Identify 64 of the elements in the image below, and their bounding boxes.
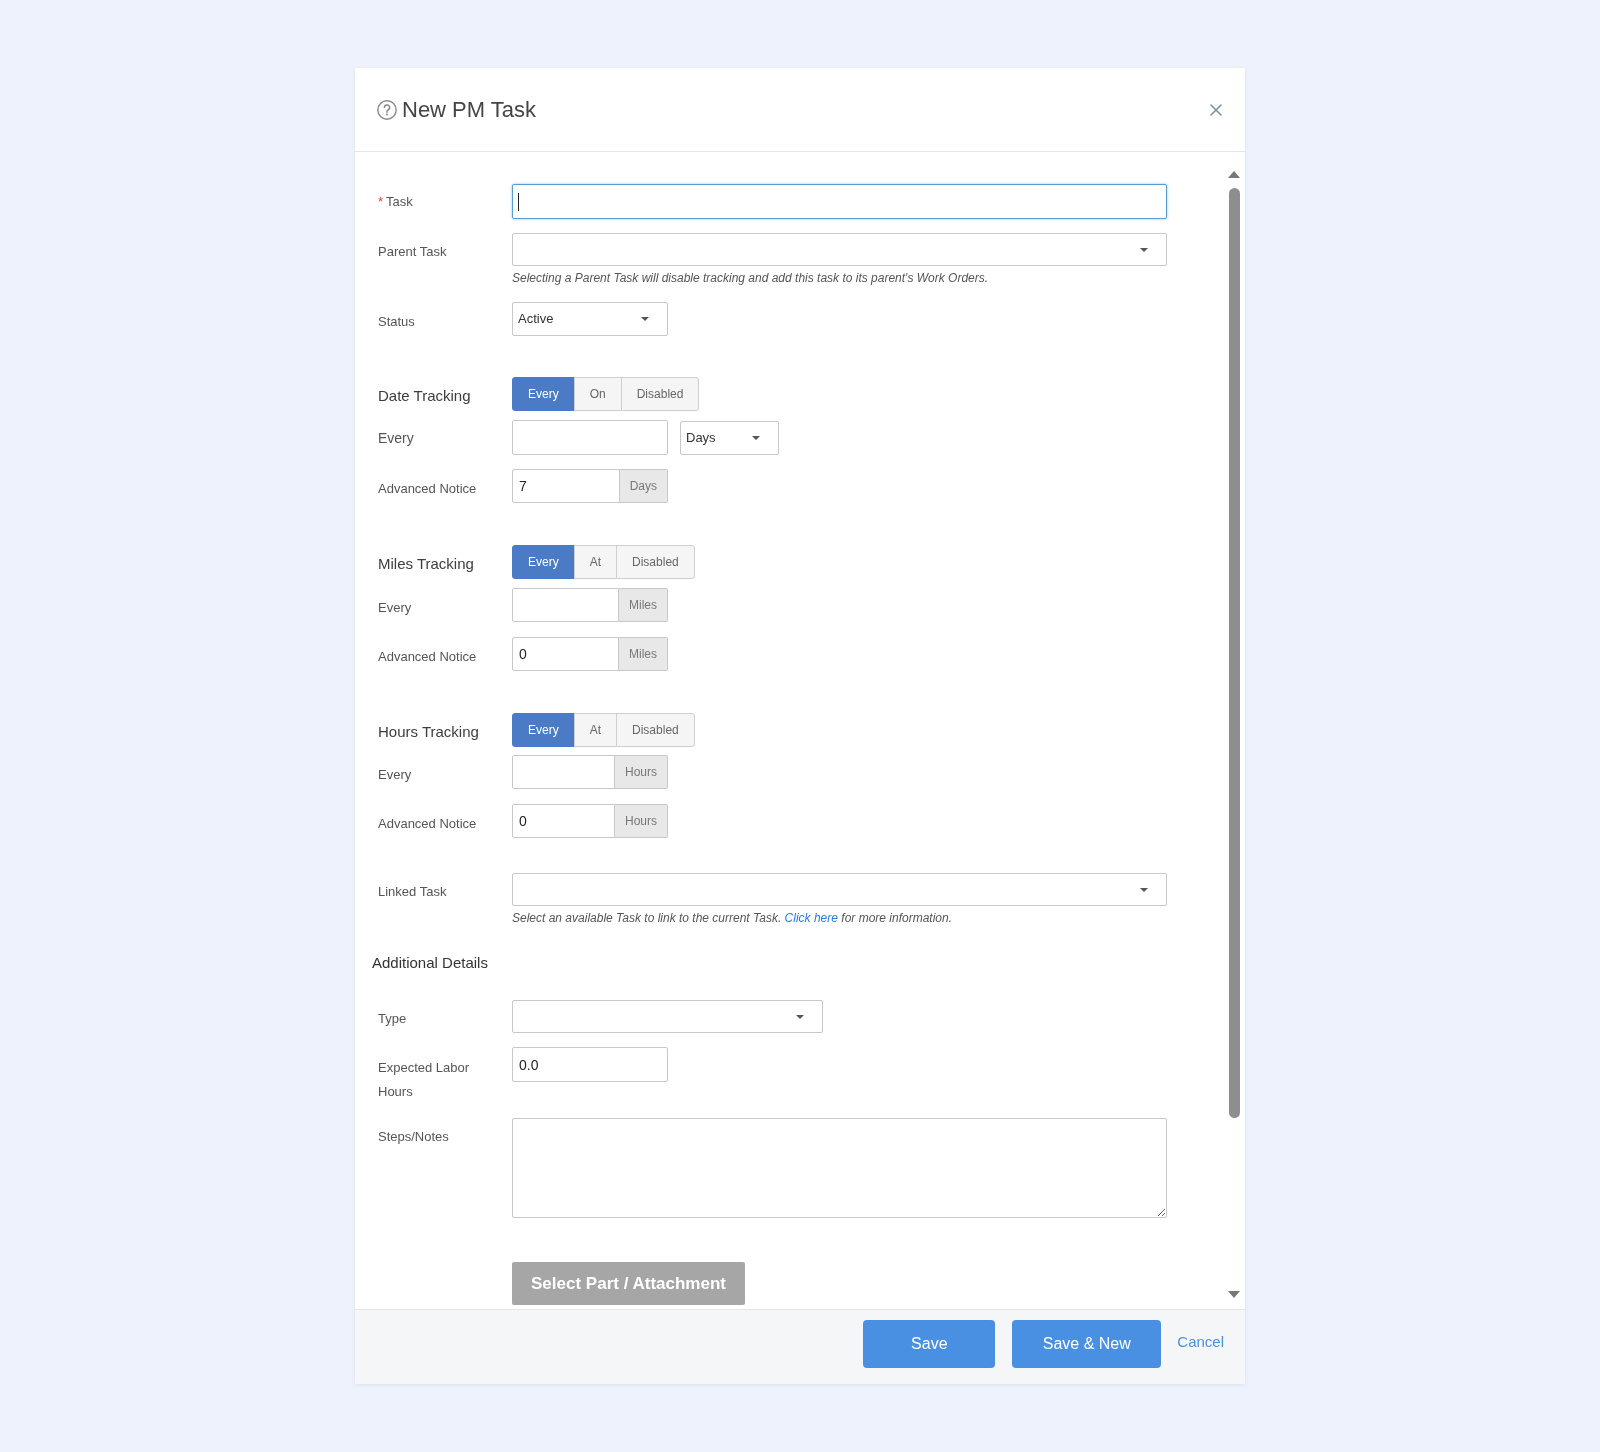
caret-down-icon [796, 1014, 804, 1019]
mode-toggle-button[interactable]: Disabled [620, 377, 700, 411]
field-label: Linked Task [378, 884, 447, 899]
field-label: Type [378, 1011, 407, 1026]
field-label: Advanced Notice [378, 481, 477, 496]
dropdown-field[interactable] [512, 873, 1167, 906]
field-label: Miles Tracking [378, 555, 474, 572]
field-label: Expected Labor Hours [378, 1060, 470, 1099]
field-label: Date Tracking [378, 387, 471, 404]
text-input-field[interactable] [512, 755, 615, 789]
scroll-down-icon[interactable] [1228, 1291, 1240, 1298]
mode-toggle-button[interactable]: Disabled [616, 713, 695, 747]
help-icon[interactable] [377, 99, 397, 120]
caret-down-icon [1140, 247, 1148, 252]
text-input-field[interactable] [512, 588, 619, 622]
cancel-link[interactable]: Cancel [1177, 1332, 1224, 1352]
dialog-title: New PM Task [402, 95, 537, 124]
mode-toggle-button[interactable]: Every [512, 713, 575, 747]
text-input-field[interactable] [512, 420, 668, 455]
help-text: Selecting a Parent Task will disable tracking and add this task to its parent's Work Orders. [512, 270, 989, 286]
field-label: Every [378, 767, 412, 782]
mode-toggle-button[interactable]: At [573, 713, 618, 747]
caret-down-icon [752, 435, 760, 440]
field-label: Status [378, 314, 415, 329]
close-icon[interactable] [1210, 103, 1222, 116]
save-and-new-button[interactable]: Save & New [1012, 1320, 1162, 1368]
required-mark: * [378, 193, 384, 211]
field-label: Advanced Notice [378, 649, 477, 664]
unit-label: Hours [615, 804, 668, 838]
text-input-field[interactable]: 7 [512, 469, 620, 503]
mode-toggle-button[interactable]: Every [512, 545, 575, 579]
dropdown-field[interactable] [512, 233, 1167, 266]
caret-down-icon [1140, 887, 1148, 892]
text-input-field[interactable]: 0 [512, 804, 615, 838]
scroll-up-icon[interactable] [1228, 171, 1240, 178]
unit-label: Miles [619, 637, 668, 671]
mode-toggle-button[interactable]: Every [512, 377, 575, 411]
dropdown-field[interactable]: Days [680, 420, 779, 455]
scrollbar-thumb[interactable] [1228, 188, 1240, 1118]
mode-toggle-button[interactable]: On [573, 377, 622, 411]
save-button[interactable]: Save [863, 1320, 996, 1368]
text-input-field[interactable]: 0.0 [512, 1047, 668, 1082]
mode-toggle-button[interactable]: At [573, 545, 618, 579]
text-input-field[interactable]: 0 [512, 637, 619, 671]
unit-label: Hours [615, 755, 668, 789]
field-label: Steps/Notes [378, 1129, 449, 1144]
mode-toggle-button[interactable]: Disabled [616, 545, 695, 579]
field-label: Advanced Notice [378, 816, 477, 831]
field-label: Parent Task [378, 244, 447, 259]
field-label: Every [378, 600, 412, 615]
unit-label: Days [619, 469, 668, 503]
dropdown-field[interactable]: Active [512, 302, 668, 336]
dropdown-field[interactable] [512, 1000, 823, 1033]
section-heading: Additional Details [372, 953, 488, 973]
notes-text-area[interactable] [512, 1118, 1167, 1218]
field-label: Hours Tracking [378, 723, 479, 740]
text-input-field[interactable] [512, 184, 1167, 219]
unit-label: Miles [619, 588, 668, 622]
caret-down-icon [641, 317, 649, 321]
field-label: Every [378, 430, 414, 446]
help-text: Select an available Task to link to the current Task. Click here for more information. [512, 910, 952, 926]
field-label: Task [386, 193, 413, 211]
help-link[interactable]: Click here [784, 911, 838, 925]
text-cursor-icon [518, 192, 519, 211]
